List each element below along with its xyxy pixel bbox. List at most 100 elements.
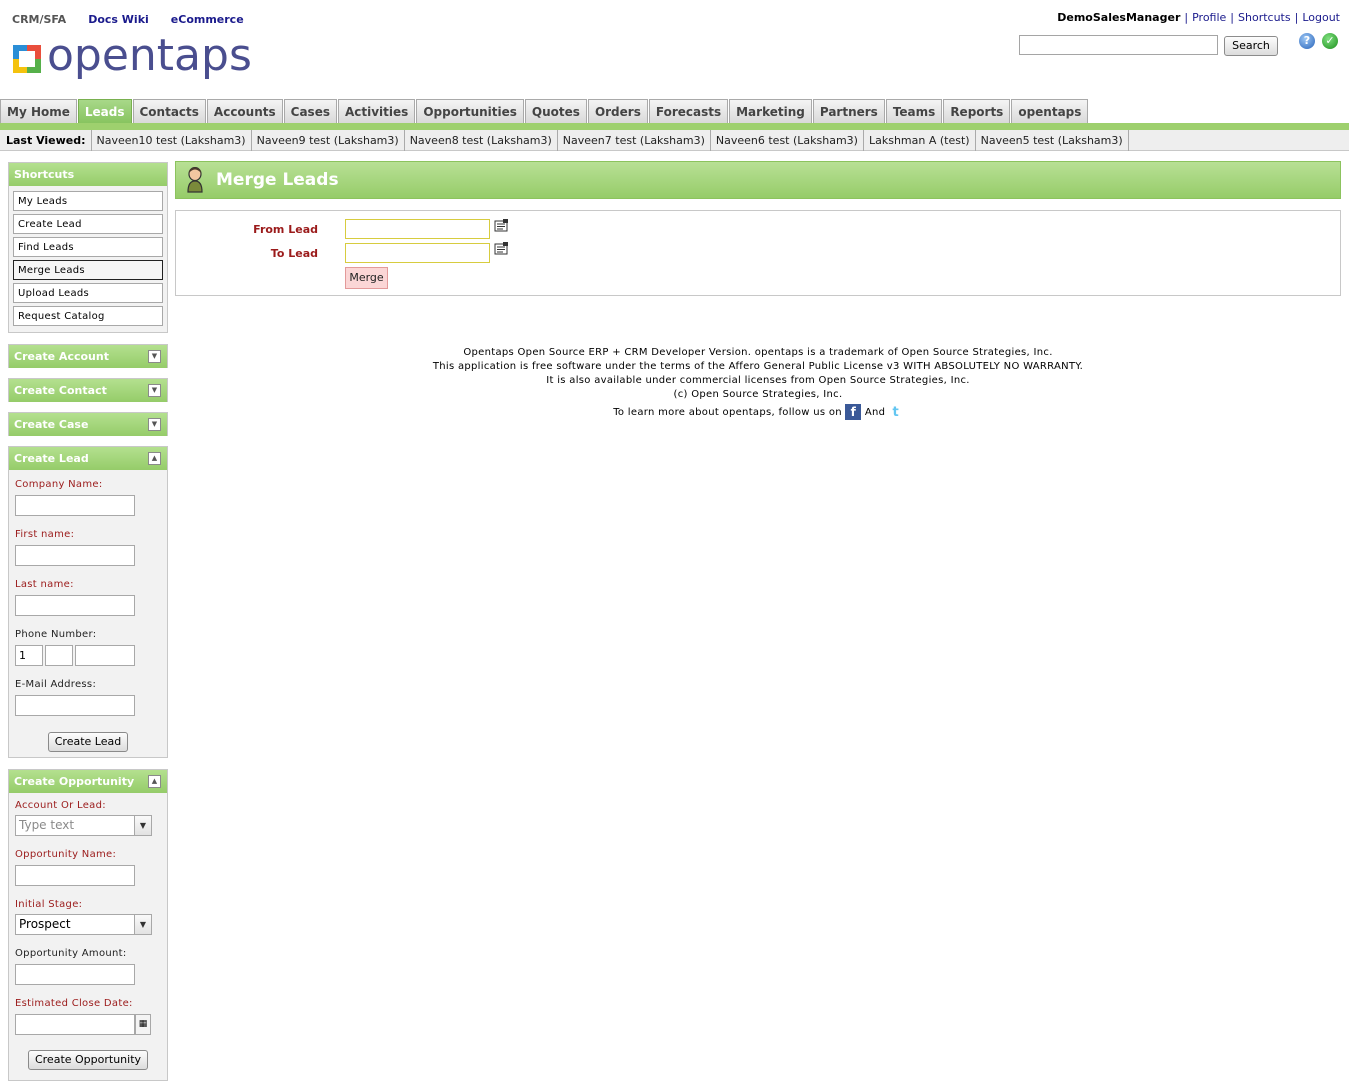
create-lead-panel: Create Lead ▲ Company Name: First name: L… [8,446,168,758]
last-viewed-item[interactable]: Naveen10 test (Laksham3) [92,129,252,151]
estimated-close-date-input[interactable] [15,1014,135,1035]
tab-teams[interactable]: Teams [885,99,943,124]
facebook-icon[interactable]: f [845,404,862,420]
dropdown-arrow-icon[interactable]: ▼ [134,816,151,835]
tab-leads[interactable]: Leads [77,99,132,124]
initial-stage-label: Initial Stage: [15,899,83,910]
footer-line: Opentaps Open Source ERP + CRM Developer… [463,347,1053,358]
search-button[interactable]: Search [1224,36,1278,56]
tab-quotes[interactable]: Quotes [524,99,587,124]
phone-country-code-input[interactable]: 1 [15,645,43,666]
app-switcher: CRM/SFA Docs Wiki eCommerce [12,13,266,26]
app-link-docs-wiki[interactable]: Docs Wiki [88,13,149,26]
twitter-icon[interactable]: t [889,406,903,420]
shortcuts-header: Shortcuts [9,163,167,186]
footer-line: It is also available under commercial li… [546,375,970,386]
create-case-panel[interactable]: Create Case ▼ [8,412,168,436]
tab-partners[interactable]: Partners [812,99,885,124]
page-title: Merge Leads [216,170,339,190]
tab-activities[interactable]: Activities [337,99,416,124]
expand-icon[interactable]: ▼ [148,418,161,431]
shortcut-upload-leads[interactable]: Upload Leads [13,283,163,303]
create-opportunity-button[interactable]: Create Opportunity [27,1050,149,1070]
profile-link[interactable]: Profile [1192,11,1226,24]
create-account-panel[interactable]: Create Account ▼ [8,344,168,368]
last-viewed-item[interactable]: Lakshman A (test) [864,129,976,151]
calendar-icon[interactable]: ▦ [135,1014,151,1035]
from-lead-label: From Lead [253,223,318,236]
shortcut-find-leads[interactable]: Find Leads [13,237,163,257]
initial-stage-select[interactable]: Prospect ▼ [15,914,152,935]
last-viewed-item[interactable]: Naveen8 test (Laksham3) [405,129,558,151]
shortcuts-panel: Shortcuts My Leads Create Lead Find Lead… [8,162,168,333]
phone-number-input[interactable] [75,645,135,666]
tab-opportunities[interactable]: Opportunities [416,99,524,124]
create-contact-panel[interactable]: Create Contact ▼ [8,378,168,402]
account-or-lead-combobox[interactable]: Type text ▼ [15,815,152,836]
lookup-icon[interactable] [494,242,509,255]
checkmark-icon[interactable]: ✓ [1322,33,1338,49]
to-lead-input[interactable] [345,243,490,263]
opportunity-amount-label: Opportunity Amount: [15,948,127,959]
dropdown-arrow-icon[interactable]: ▼ [134,915,151,934]
create-lead-button[interactable]: Create Lead [47,732,129,752]
tab-my-home[interactable]: My Home [0,99,77,124]
shortcut-request-catalog[interactable]: Request Catalog [13,306,163,326]
tab-cases[interactable]: Cases [283,99,337,124]
tab-orders[interactable]: Orders [587,99,648,124]
last-viewed-item[interactable]: Naveen6 test (Laksham3) [711,129,864,151]
collapse-icon[interactable]: ▲ [148,775,161,788]
last-viewed-bar: Last Viewed: Naveen10 test (Laksham3) Na… [0,129,1349,151]
tab-accounts[interactable]: Accounts [206,99,283,124]
merge-leads-form: From Lead To Lead Merge [175,210,1341,296]
tab-opentaps[interactable]: opentaps [1011,99,1089,124]
opentaps-logo-mark [13,45,41,73]
expand-icon[interactable]: ▼ [148,350,161,363]
shortcut-my-leads[interactable]: My Leads [13,191,163,211]
tab-marketing[interactable]: Marketing [729,99,812,124]
create-account-title: Create Account [14,350,109,363]
last-name-label: Last name: [15,579,74,590]
tab-reports[interactable]: Reports [943,99,1011,124]
create-opportunity-title: Create Opportunity [14,775,135,788]
shortcut-create-lead[interactable]: Create Lead [13,214,163,234]
shortcut-merge-leads[interactable]: Merge Leads [13,260,163,280]
last-viewed-item[interactable]: Naveen7 test (Laksham3) [558,129,711,151]
collapse-icon[interactable]: ▲ [148,452,161,465]
tab-forecasts[interactable]: Forecasts [648,99,729,124]
opportunity-name-input[interactable] [15,865,135,886]
last-viewed-item[interactable]: Naveen9 test (Laksham3) [252,129,405,151]
footer-line: This application is free software under … [432,361,1084,372]
company-name-input[interactable] [15,495,135,516]
create-case-title: Create Case [14,418,89,431]
close-date-row: ▦ [15,1014,167,1035]
opportunity-amount-input[interactable] [15,964,135,985]
app-link-ecommerce[interactable]: eCommerce [171,13,244,26]
last-viewed-item[interactable]: Naveen5 test (Laksham3) [976,129,1129,151]
create-contact-title: Create Contact [14,384,107,397]
phone-area-code-input[interactable] [45,645,73,666]
to-lead-label: To Lead [270,247,318,260]
create-lead-title: Create Lead [14,452,89,465]
initial-stage-value: Prospect [19,917,71,931]
tab-contacts[interactable]: Contacts [132,99,206,124]
phone-number-label: Phone Number: [15,629,97,640]
logout-link[interactable]: Logout [1302,11,1340,24]
account-or-lead-label: Account Or Lead: [15,800,106,811]
company-name-label: Company Name: [15,479,103,490]
email-label: E-Mail Address: [15,679,97,690]
search-input[interactable] [1019,35,1218,55]
last-name-input[interactable] [15,595,135,616]
app-link-crm[interactable]: CRM/SFA [12,13,66,26]
shortcuts-link[interactable]: Shortcuts [1238,11,1291,24]
page-header: Merge Leads [175,161,1341,199]
opentaps-logo[interactable]: opentaps [13,34,252,78]
lookup-icon[interactable] [494,219,509,232]
expand-icon[interactable]: ▼ [148,384,161,397]
first-name-input[interactable] [15,545,135,566]
email-input[interactable] [15,695,135,716]
first-name-label: First name: [15,529,75,540]
help-icon[interactable]: ? [1299,33,1315,49]
merge-button[interactable]: Merge [345,267,388,289]
from-lead-input[interactable] [345,219,490,239]
